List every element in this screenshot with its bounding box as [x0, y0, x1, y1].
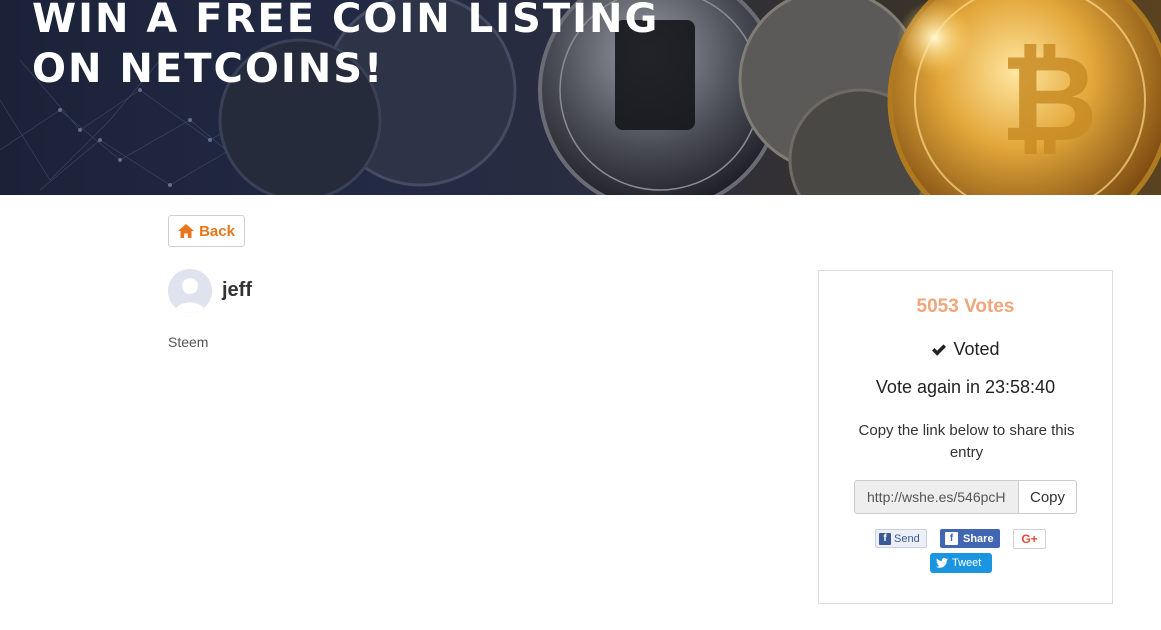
- tweet-button[interactable]: Tweet: [930, 553, 992, 573]
- share-link-input[interactable]: [854, 480, 1018, 514]
- voted-status: Voted: [819, 339, 1112, 360]
- facebook-send-button[interactable]: f Send: [875, 529, 927, 548]
- facebook-icon: f: [879, 532, 891, 545]
- facebook-send-label: Send: [894, 532, 920, 545]
- banner-title: WIN A FREE COIN LISTING ON NETCOINS!: [32, 0, 659, 94]
- svg-text:₿: ₿: [1000, 30, 1098, 169]
- banner-title-line-1: WIN A FREE COIN LISTING: [32, 0, 660, 42]
- facebook-share-label: Share: [963, 532, 994, 545]
- vote-panel: 5053 Votes Voted Vote again in 23:58:40 …: [818, 270, 1113, 604]
- user-avatar: [168, 269, 212, 313]
- twitter-bird-icon: [936, 558, 948, 568]
- votes-count: 5053 Votes: [916, 296, 1015, 317]
- vote-again-timer: Vote again in 23:58:40: [875, 377, 1056, 397]
- checkmark-icon: [932, 343, 947, 356]
- share-link-group: Copy: [854, 480, 1077, 514]
- facebook-share-button[interactable]: f Share: [940, 529, 1000, 548]
- entry-text: Steem: [168, 334, 209, 350]
- google-plus-label: G+: [1021, 532, 1038, 546]
- tweet-label: Tweet: [952, 557, 982, 569]
- header-banner: ₿ WIN A FREE COIN LISTING ON NETCOINS!: [0, 0, 1161, 195]
- entry-username: jeff: [222, 279, 252, 301]
- google-plus-button[interactable]: G+: [1013, 529, 1046, 549]
- banner-title-line-2: ON NETCOINS!: [32, 46, 385, 92]
- default-user-avatar-icon: [168, 269, 212, 313]
- facebook-icon: f: [945, 532, 958, 545]
- back-button-label: Back: [199, 222, 235, 240]
- share-instructions: Copy the link below to share this entry: [858, 422, 1075, 461]
- copy-button[interactable]: Copy: [1018, 480, 1077, 514]
- voted-label: Voted: [953, 339, 1000, 359]
- back-button[interactable]: Back: [168, 215, 245, 247]
- home-icon: [178, 224, 195, 238]
